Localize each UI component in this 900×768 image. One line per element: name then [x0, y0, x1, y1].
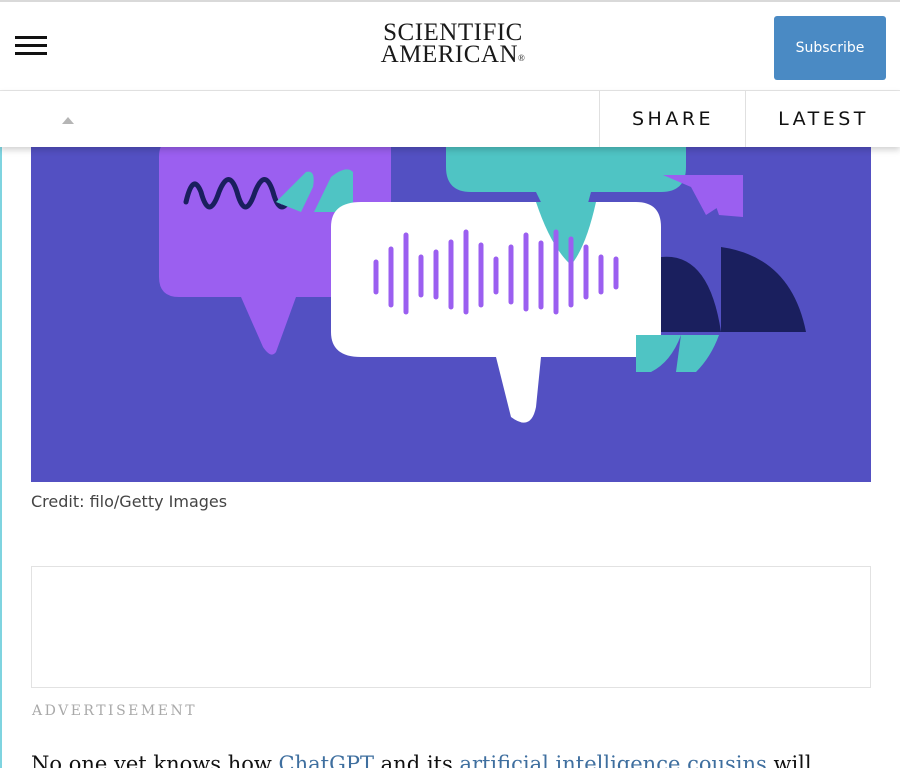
image-credit: Credit: filo/Getty Images: [31, 492, 228, 511]
hero-image: [31, 147, 871, 482]
latest-button[interactable]: LATEST: [745, 91, 900, 147]
logo-registered-mark: ®: [518, 53, 526, 63]
site-header: SCIENTIFIC AMERICAN® Subscribe: [0, 0, 900, 91]
article-text: and its: [373, 752, 460, 768]
advertisement-label: ADVERTISEMENT: [32, 703, 198, 719]
article-toolbar: SHARE LATEST: [0, 91, 900, 147]
chevron-up-icon[interactable]: [61, 115, 75, 125]
advertisement-slot[interactable]: [31, 566, 871, 688]
hamburger-menu-icon[interactable]: [15, 36, 47, 56]
site-logo[interactable]: SCIENTIFIC AMERICAN®: [368, 20, 538, 69]
speech-bubbles-illustration: [31, 147, 871, 482]
article-first-line: No one yet knows how ChatGPT and its art…: [31, 752, 891, 768]
subscribe-button[interactable]: Subscribe: [774, 16, 886, 80]
chatgpt-link[interactable]: ChatGPT: [279, 752, 374, 768]
article-text: will: [766, 752, 812, 768]
ai-cousins-link[interactable]: artificial intelligence cousins: [459, 752, 766, 768]
article-text: No one yet knows how: [31, 752, 279, 768]
logo-line-2: AMERICAN: [380, 41, 518, 68]
page: SCIENTIFIC AMERICAN® Subscribe SHARE LAT…: [0, 0, 900, 768]
share-button[interactable]: SHARE: [599, 91, 746, 147]
